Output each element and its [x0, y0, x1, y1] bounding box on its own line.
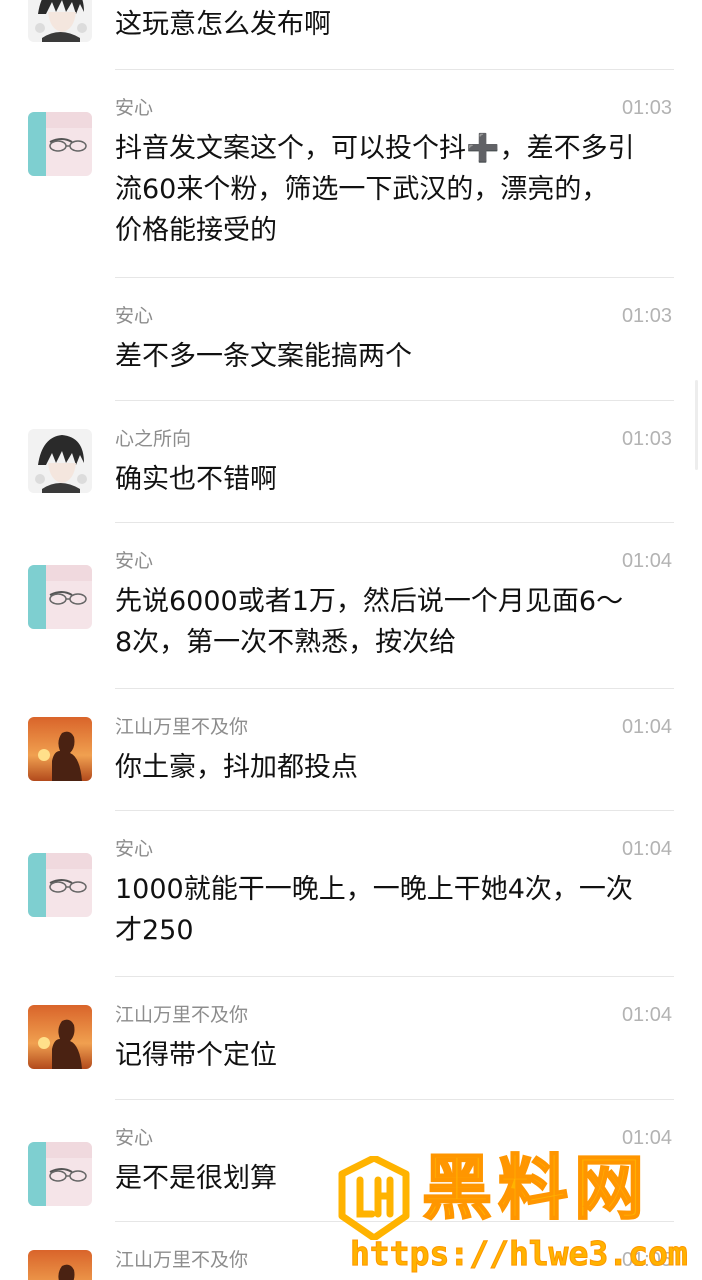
message-time: 01:04 — [621, 838, 672, 860]
sender-name: 安心 — [115, 1127, 154, 1149]
chat-message[interactable]: 江山万里不及你 01:04 你土豪，抖加都投点 — [0, 689, 702, 811]
message-text: 记得带个定位 — [115, 1040, 277, 1071]
message-text: 你土豪，抖加都投点 — [115, 752, 358, 783]
sunset-avatar[interactable] — [28, 717, 92, 781]
message-time: 01:03 — [621, 305, 672, 327]
sender-name: 安心 — [115, 97, 154, 119]
sender-name: 江山万里不及你 — [115, 716, 249, 738]
message-text: 先说6000或者1万，然后说一个月见面6～ 8次，第一次不熟悉，按次给 — [115, 586, 624, 658]
sender-name: 安心 — [115, 550, 154, 572]
sender-name: 江山万里不及你 — [115, 1004, 249, 1026]
watermark-logo-icon — [338, 1156, 410, 1240]
message-text: 差不多一条文案能搞两个 — [115, 341, 412, 372]
sender-name: 安心 — [115, 305, 154, 327]
message-time: 01:03 — [621, 97, 672, 119]
glasses-face-avatar[interactable] — [28, 112, 92, 176]
message-time: 01:04 — [621, 1004, 672, 1026]
watermark-url: https://hlwe3.com — [350, 1234, 689, 1274]
chat-message[interactable]: 这玩意怎么发布啊 — [0, 0, 702, 70]
glasses-face-avatar[interactable] — [28, 1142, 92, 1206]
chat-message[interactable]: 安心 01:04 1000就能干一晚上，一晚上干她4次，一次 才250 — [0, 811, 702, 977]
chat-message[interactable]: 安心 01:03 差不多一条文案能搞两个 — [0, 278, 702, 400]
chat-message[interactable]: 安心 01:03 抖音发文案这个，可以投个抖➕，差不多引 流60来个粉，筛选一下… — [0, 70, 702, 278]
scrollbar-thumb[interactable] — [695, 380, 698, 470]
message-text: 确实也不错啊 — [115, 464, 277, 495]
chat-message[interactable]: 安心 01:04 先说6000或者1万，然后说一个月见面6～ 8次，第一次不熟悉… — [0, 523, 702, 689]
sunset-avatar[interactable] — [28, 1250, 92, 1280]
glasses-face-avatar[interactable] — [28, 853, 92, 917]
sender-name: 心之所向 — [115, 428, 192, 450]
sender-name: 江山万里不及你 — [115, 1249, 249, 1271]
chat-message[interactable]: 江山万里不及你 01:04 记得带个定位 — [0, 977, 702, 1099]
anime-boy-avatar[interactable] — [28, 429, 92, 493]
glasses-face-avatar[interactable] — [28, 565, 92, 629]
message-time: 01:03 — [621, 428, 672, 450]
message-time: 01:04 — [621, 716, 672, 738]
watermark-title: 黑料网 — [421, 1146, 650, 1230]
sender-name: 安心 — [115, 838, 154, 860]
chat-screen: 这玩意怎么发布啊 安心 01:03 抖音发文案这个，可以投个抖➕，差不多引 流6… — [0, 0, 702, 1280]
message-time: 01:04 — [621, 550, 672, 572]
sunset-avatar[interactable] — [28, 1005, 92, 1069]
anime-boy-avatar[interactable] — [28, 0, 92, 42]
message-text: 这玩意怎么发布啊 — [115, 9, 331, 40]
message-text: 1000就能干一晚上，一晚上干她4次，一次 才250 — [115, 874, 633, 946]
watermark: 黑料网 https://hlwe3.com — [338, 1146, 698, 1278]
message-text: 抖音发文案这个，可以投个抖➕，差不多引 流60来个粉，筛选一下武汉的，漂亮的， … — [115, 133, 635, 246]
chat-message[interactable]: 心之所向 01:03 确实也不错啊 — [0, 401, 702, 523]
